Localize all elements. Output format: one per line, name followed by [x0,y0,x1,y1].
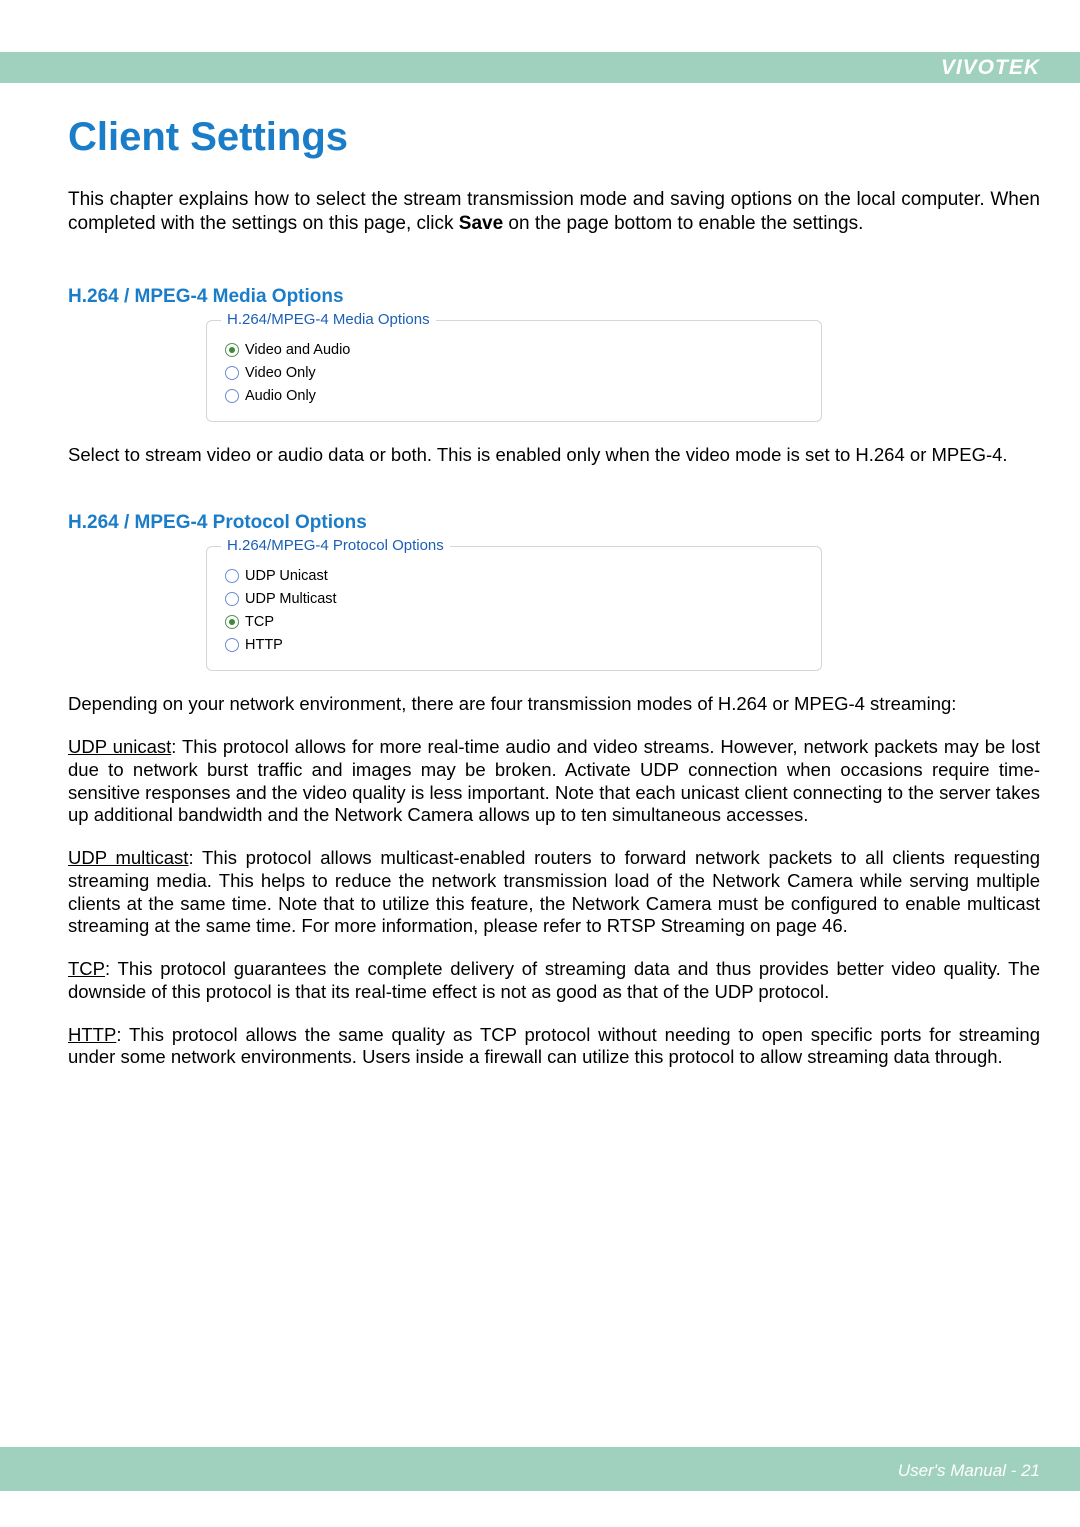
media-option-video-only[interactable]: Video Only [225,365,803,381]
header-band [0,52,1080,85]
media-options-legend: H.264/MPEG-4 Media Options [221,311,436,328]
tcp-text: : This protocol guarantees the complete … [68,958,1040,1002]
intro-paragraph: This chapter explains how to select the … [68,188,1040,236]
udp-unicast-term: UDP unicast [68,736,171,757]
radio-icon [225,569,239,583]
radio-icon [225,343,239,357]
protocol-options-fieldset: H.264/MPEG-4 Protocol Options UDP Unicas… [206,546,822,671]
intro-post: on the page bottom to enable the setting… [503,213,863,234]
protocol-option-tcp[interactable]: TCP [225,614,803,630]
protocol-option-udp-unicast[interactable]: UDP Unicast [225,568,803,584]
radio-label: HTTP [245,637,283,653]
http-paragraph: HTTP: This protocol allows the same qual… [68,1024,1040,1070]
radio-icon [225,638,239,652]
radio-label: TCP [245,614,274,630]
radio-label: Video Only [245,365,316,381]
udp-unicast-text: : This protocol allows for more real-tim… [68,736,1040,825]
page-title: Client Settings [68,115,1040,160]
radio-icon [225,592,239,606]
udp-multicast-text: : This protocol allows multicast-enabled… [68,847,1040,936]
media-options-caption: Select to stream video or audio data or … [68,444,1040,467]
tcp-term: TCP [68,958,105,979]
protocol-options-legend: H.264/MPEG-4 Protocol Options [221,537,450,554]
media-option-video-and-audio[interactable]: Video and Audio [225,342,803,358]
protocol-option-udp-multicast[interactable]: UDP Multicast [225,591,803,607]
protocol-options-heading: H.264 / MPEG-4 Protocol Options [68,512,1040,534]
footer-page-number: User's Manual - 21 [898,1461,1040,1481]
udp-multicast-term: UDP multicast [68,847,188,868]
radio-icon [225,366,239,380]
protocol-options-caption: Depending on your network environment, t… [68,693,1040,716]
protocol-options-fieldset-wrap: H.264/MPEG-4 Protocol Options UDP Unicas… [206,546,822,671]
http-term: HTTP [68,1024,116,1045]
protocol-option-http[interactable]: HTTP [225,637,803,653]
media-option-audio-only[interactable]: Audio Only [225,388,803,404]
radio-icon [225,615,239,629]
brand-label: VIVOTEK [941,56,1040,80]
intro-bold-save: Save [459,213,503,234]
radio-icon [225,389,239,403]
media-options-heading: H.264 / MPEG-4 Media Options [68,286,1040,308]
udp-multicast-paragraph: UDP multicast: This protocol allows mult… [68,847,1040,938]
http-text: : This protocol allows the same quality … [68,1024,1040,1068]
radio-label: UDP Unicast [245,568,328,584]
media-options-fieldset-wrap: H.264/MPEG-4 Media Options Video and Aud… [206,320,822,422]
udp-unicast-paragraph: UDP unicast: This protocol allows for mo… [68,736,1040,827]
page-content: Client Settings This chapter explains ho… [68,115,1040,1089]
radio-label: Video and Audio [245,342,350,358]
radio-label: UDP Multicast [245,591,337,607]
tcp-paragraph: TCP: This protocol guarantees the comple… [68,958,1040,1004]
radio-label: Audio Only [245,388,316,404]
media-options-fieldset: H.264/MPEG-4 Media Options Video and Aud… [206,320,822,422]
